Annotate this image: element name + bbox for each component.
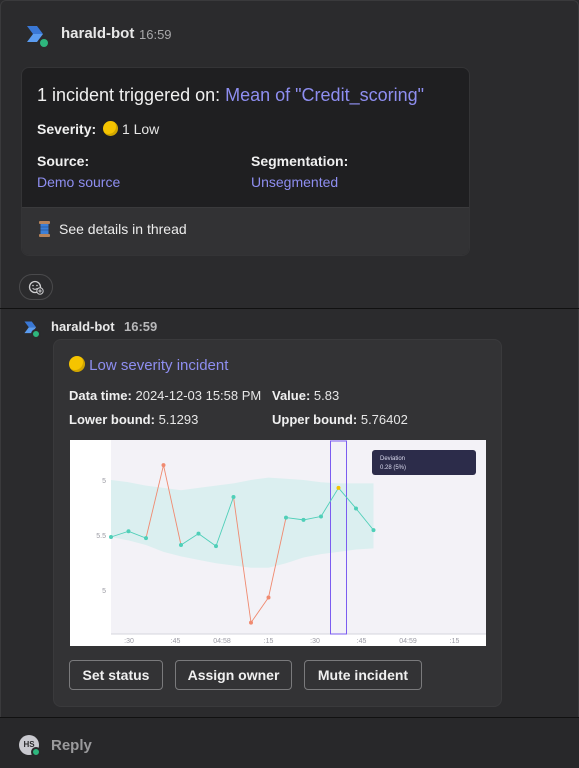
x-tick-label: :30 (124, 638, 134, 645)
data-point (196, 531, 201, 536)
bot-avatar-small-icon[interactable] (23, 320, 41, 339)
online-status-icon (38, 37, 50, 49)
add-reaction-button[interactable] (19, 274, 53, 300)
data-point (249, 620, 253, 625)
incident-title-prefix: 1 incident triggered on: (37, 85, 226, 105)
x-tick-label: :45 (357, 638, 367, 645)
data-point (214, 544, 218, 549)
chart-svg: 55.55:30:4504:58:15:30:4504:59:15:3Devia… (96, 440, 504, 645)
data-time-value: 2024-12-03 15:58 PM (135, 388, 262, 403)
incident-heading: Low severity incident (69, 356, 228, 374)
upper-bound-label: Upper bound: (272, 412, 358, 427)
data-point (371, 528, 376, 533)
reply-label[interactable]: Reply (51, 737, 92, 754)
source-label: Source: (37, 153, 90, 169)
data-point (231, 495, 236, 500)
data-point (126, 529, 131, 534)
data-point (266, 595, 271, 600)
data-point (284, 515, 288, 520)
value-value: 5.83 (313, 388, 340, 403)
severity-row: Severity: 1 Low (37, 121, 159, 137)
x-tick-label: :30 (310, 638, 320, 645)
metric-link[interactable]: Mean of "Credit_scoring" (225, 85, 424, 105)
bot-avatar-icon[interactable] (25, 24, 50, 49)
y-tick-label: 5.5 (96, 533, 106, 540)
message-divider (0, 308, 579, 309)
thread-link-text[interactable]: See details in thread (59, 221, 187, 237)
segmentation-label: Segmentation: (251, 153, 349, 169)
message-author-2[interactable]: harald-bot (51, 319, 115, 334)
data-point (161, 463, 166, 468)
x-tick-label: 04:59 (399, 638, 417, 645)
lower-bound-field: Lower bound: 5.1293 (69, 412, 198, 427)
add-reaction-icon (28, 280, 44, 295)
thread-footer[interactable]: See details in thread (22, 207, 469, 255)
data-point (354, 506, 358, 511)
thread-spool-icon (39, 221, 50, 237)
assign-owner-button[interactable]: Assign owner (175, 660, 292, 690)
source-link[interactable]: Demo source (37, 174, 120, 190)
incident-detail-card: Low severity incident Data time: 2024-12… (53, 339, 504, 707)
message-author[interactable]: harald-bot (61, 25, 134, 42)
data-time-label: Data time: (69, 388, 132, 403)
value-label: Value: (272, 388, 311, 403)
data-point (319, 514, 323, 519)
lower-bound-value: 5.1293 (158, 412, 199, 427)
message-timestamp-2[interactable]: 16:59 (124, 319, 157, 334)
x-tick-label: :15 (450, 638, 460, 645)
lower-bound-label: Lower bound: (69, 412, 155, 427)
incident-title: 1 incident triggered on: Mean of "Credit… (37, 85, 424, 106)
data-point (179, 542, 183, 547)
tooltip-value: 0.28 (5%) (380, 465, 406, 471)
segmentation-link[interactable]: Unsegmented (251, 174, 338, 190)
online-status-small-icon (31, 329, 41, 339)
set-status-button[interactable]: Set status (69, 660, 163, 690)
severity-value: 1 Low (121, 121, 160, 137)
upper-bound-field: Upper bound: 5.76402 (272, 412, 408, 427)
y-tick-label: 5 (102, 478, 106, 485)
deviation-tooltip (372, 450, 476, 475)
incident-summary-card: 1 incident triggered on: Mean of "Credit… (21, 67, 470, 256)
user-online-icon (31, 747, 41, 757)
y-tick-label: 5 (102, 588, 106, 595)
incident-heading-link[interactable]: Low severity incident (89, 357, 228, 374)
message-timestamp[interactable]: 16:59 (139, 27, 172, 42)
data-time-field: Data time: 2024-12-03 15:58 PM (69, 388, 261, 403)
value-field: Value: 5.83 (272, 388, 339, 403)
upper-bound-value: 5.76402 (360, 412, 408, 427)
severity-dot-icon (103, 121, 119, 136)
data-point (336, 485, 341, 490)
data-point (109, 535, 113, 539)
data-point (144, 536, 148, 541)
incident-chart[interactable]: 55.55:30:4504:58:15:30:4504:59:15:3Devia… (70, 440, 504, 646)
tooltip-title: Deviation (380, 456, 405, 462)
mute-incident-button[interactable]: Mute incident (304, 660, 422, 690)
data-point (301, 517, 306, 522)
x-tick-label: 04:58 (213, 638, 231, 645)
severity-label: Severity: (37, 121, 97, 137)
severity-dot-icon-2 (69, 356, 85, 372)
x-tick-label: :15 (264, 638, 274, 645)
x-tick-label: :45 (171, 638, 181, 645)
